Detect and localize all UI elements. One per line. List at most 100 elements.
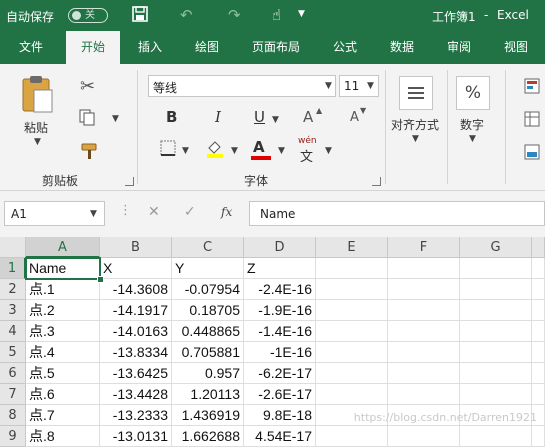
cell-f9[interactable]	[388, 426, 460, 447]
cell-d6[interactable]: -6.2E-17	[244, 363, 316, 384]
tab-page-layout[interactable]: 页面布局	[243, 31, 309, 64]
cell-h7[interactable]	[532, 384, 545, 405]
cell-c4[interactable]: 0.448865	[172, 321, 244, 342]
cell-e7[interactable]	[316, 384, 388, 405]
italic-button[interactable]: I	[215, 108, 221, 126]
cell-styles-icon[interactable]	[524, 144, 540, 163]
cut-icon[interactable]: ✂	[80, 76, 95, 97]
alignment-label[interactable]: 对齐方式	[391, 116, 439, 133]
column-header-d[interactable]: D	[244, 237, 316, 258]
cell-c2[interactable]: -0.07954	[172, 279, 244, 300]
cell-d4[interactable]: -1.4E-16	[244, 321, 316, 342]
column-header-b[interactable]: B	[100, 237, 172, 258]
cell-e2[interactable]	[316, 279, 388, 300]
cell-b5[interactable]: -13.8334	[100, 342, 172, 363]
cell-g6[interactable]	[460, 363, 532, 384]
cell-e1[interactable]	[316, 258, 388, 279]
name-box-dropdown-icon[interactable]: ▼	[90, 209, 97, 219]
cell-b6[interactable]: -13.6425	[100, 363, 172, 384]
cell-c9[interactable]: 1.662688	[172, 426, 244, 447]
row-header[interactable]: 7	[0, 384, 26, 405]
cell-b4[interactable]: -14.0163	[100, 321, 172, 342]
borders-dropdown-icon[interactable]: ▼	[182, 146, 189, 156]
cell-e9[interactable]	[316, 426, 388, 447]
cell-a9[interactable]: 点.8	[26, 426, 100, 447]
autosave-toggle[interactable]: 关	[68, 8, 108, 23]
clipboard-launcher-icon[interactable]	[125, 177, 134, 186]
font-name-dropdown-icon[interactable]: ▼	[325, 81, 332, 91]
cell-f4[interactable]	[388, 321, 460, 342]
cell-f2[interactable]	[388, 279, 460, 300]
cell-h6[interactable]	[532, 363, 545, 384]
row-header[interactable]: 1	[0, 258, 26, 279]
cell-b8[interactable]: -13.2333	[100, 405, 172, 426]
paste-icon[interactable]	[20, 74, 54, 117]
save-icon[interactable]	[132, 6, 148, 26]
row-header[interactable]: 2	[0, 279, 26, 300]
underline-dropdown-icon[interactable]: ▼	[272, 115, 279, 125]
row-header[interactable]: 8	[0, 405, 26, 426]
cell-g3[interactable]	[460, 300, 532, 321]
cell-d3[interactable]: -1.9E-16	[244, 300, 316, 321]
cell-g7[interactable]	[460, 384, 532, 405]
cell-d5[interactable]: -1E-16	[244, 342, 316, 363]
redo-icon[interactable]: ↷	[228, 6, 241, 24]
alignment-dropdown-icon[interactable]: ▼	[412, 134, 419, 144]
cell-b3[interactable]: -14.1917	[100, 300, 172, 321]
cell-e4[interactable]	[316, 321, 388, 342]
cell-f3[interactable]	[388, 300, 460, 321]
cell-h3[interactable]	[532, 300, 545, 321]
cell-a7[interactable]: 点.6	[26, 384, 100, 405]
cell-h9[interactable]	[532, 426, 545, 447]
copy-dropdown-icon[interactable]: ▼	[112, 114, 119, 124]
fill-color-icon[interactable]	[205, 138, 225, 161]
tab-home[interactable]: 开始	[66, 31, 120, 64]
cell-c8[interactable]: 1.436919	[172, 405, 244, 426]
borders-icon[interactable]	[160, 140, 176, 159]
insert-function-icon[interactable]: fx	[221, 205, 232, 219]
cell-e6[interactable]	[316, 363, 388, 384]
conditional-format-icon[interactable]	[524, 78, 540, 97]
font-name-select[interactable]: 等线	[148, 75, 336, 97]
worksheet-grid[interactable]: A B C D E F G 1 Name X Y Z 2 点.1 -14.360…	[0, 237, 545, 447]
cell-e3[interactable]	[316, 300, 388, 321]
column-header-f[interactable]: F	[388, 237, 460, 258]
cell-c6[interactable]: 0.957	[172, 363, 244, 384]
table-format-icon[interactable]	[524, 111, 540, 130]
cell-a5[interactable]: 点.4	[26, 342, 100, 363]
cell-d9[interactable]: 4.54E-17	[244, 426, 316, 447]
paste-dropdown-icon[interactable]: ▼	[34, 137, 41, 147]
column-header-a[interactable]: A	[26, 237, 100, 258]
cell-b9[interactable]: -13.0131	[100, 426, 172, 447]
cell-c3[interactable]: 0.18705	[172, 300, 244, 321]
bold-button[interactable]: B	[166, 108, 177, 126]
tab-review[interactable]: 审阅	[437, 31, 481, 64]
cell-d1[interactable]: Z	[244, 258, 316, 279]
cancel-icon[interactable]: ✕	[148, 204, 160, 220]
cell-f1[interactable]	[388, 258, 460, 279]
font-color-dropdown-icon[interactable]: ▼	[278, 146, 285, 156]
cell-a1[interactable]: Name	[26, 258, 100, 279]
cell-h1[interactable]	[532, 258, 545, 279]
cell-h2[interactable]	[532, 279, 545, 300]
increase-font-size-button[interactable]: A	[303, 108, 313, 126]
fill-color-dropdown-icon[interactable]: ▼	[231, 146, 238, 156]
touch-mode-icon[interactable]: ☝	[272, 6, 281, 24]
column-header-e[interactable]: E	[316, 237, 388, 258]
cell-a4[interactable]: 点.3	[26, 321, 100, 342]
cell-a3[interactable]: 点.2	[26, 300, 100, 321]
column-header-c[interactable]: C	[172, 237, 244, 258]
phonetic-dropdown-icon[interactable]: ▼	[325, 146, 332, 156]
cell-c1[interactable]: Y	[172, 258, 244, 279]
cell-b1[interactable]: X	[100, 258, 172, 279]
tab-file[interactable]: 文件	[8, 31, 54, 64]
cell-c7[interactable]: 1.20113	[172, 384, 244, 405]
tab-insert[interactable]: 插入	[128, 31, 172, 64]
cell-d2[interactable]: -2.4E-16	[244, 279, 316, 300]
column-header-g[interactable]: G	[460, 237, 532, 258]
cell-b2[interactable]: -14.3608	[100, 279, 172, 300]
enter-icon[interactable]: ✓	[184, 204, 196, 220]
cell-g2[interactable]	[460, 279, 532, 300]
tab-view[interactable]: 视图	[494, 31, 538, 64]
cell-c5[interactable]: 0.705881	[172, 342, 244, 363]
